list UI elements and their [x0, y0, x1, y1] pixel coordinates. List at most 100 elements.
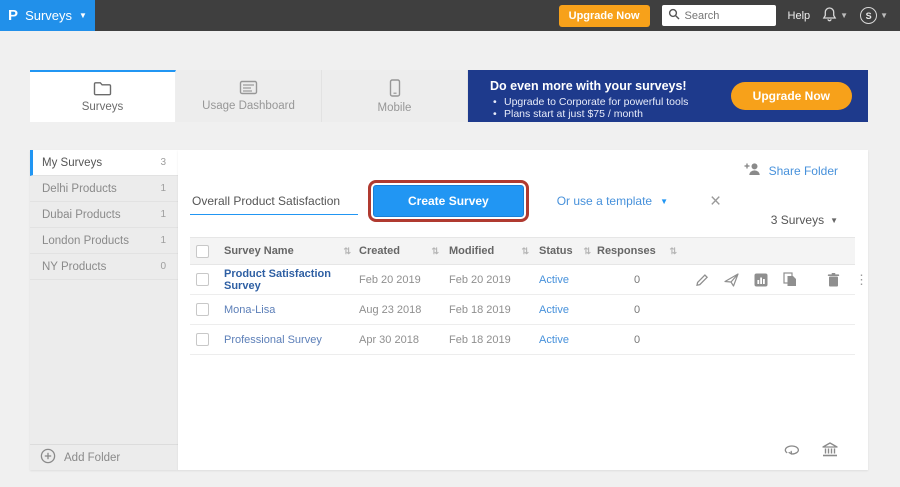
tab-usage-dashboard[interactable]: Usage Dashboard — [176, 70, 322, 122]
person-plus-icon — [744, 162, 761, 179]
surveys-table: Survey Name ⇅ Created ⇅ Modified ⇅ Statu… — [190, 237, 855, 355]
select-all-checkbox[interactable] — [196, 245, 209, 258]
share-folder-button[interactable]: Share Folder — [744, 162, 838, 179]
create-survey-button[interactable]: Create Survey — [373, 185, 524, 217]
sort-icon[interactable]: ⇅ — [669, 246, 677, 257]
created-cell: Apr 30 2018 — [359, 334, 419, 346]
folder-label: My Surveys — [42, 157, 102, 169]
search-input[interactable] — [685, 10, 765, 22]
folder-count: 1 — [160, 209, 166, 220]
folders-sidebar: My Surveys 3 Delhi Products 1 Dubai Prod… — [30, 150, 178, 470]
surveys-panel: Share Folder Create Survey Or use a temp… — [178, 150, 868, 470]
table-row: Mona-Lisa Aug 23 2018 Feb 18 2019 Active… — [190, 295, 855, 325]
tab-label: Mobile — [378, 102, 412, 114]
row-checkbox[interactable] — [196, 303, 209, 316]
promo-title: Do even more with your surveys! — [490, 79, 687, 93]
modified-cell: Feb 20 2019 — [449, 274, 511, 286]
top-navigation-bar: P Surveys ▼ Upgrade Now Help ▼ S ▼ — [0, 0, 900, 31]
add-folder-button[interactable]: Add Folder — [30, 444, 178, 470]
table-header-row: Survey Name ⇅ Created ⇅ Modified ⇅ Statu… — [190, 237, 855, 265]
modified-cell: Feb 18 2019 — [449, 334, 511, 346]
created-cell: Aug 23 2018 — [359, 304, 421, 316]
survey-name-link[interactable]: Professional Survey — [224, 334, 322, 346]
folder-label: Delhi Products — [42, 183, 117, 195]
account-menu[interactable]: S ▼ — [860, 7, 888, 24]
sidebar-item-ny-products[interactable]: NY Products 0 — [30, 254, 178, 280]
chevron-down-icon: ▼ — [840, 11, 848, 20]
app-logo: P — [8, 8, 18, 23]
upgrade-now-button[interactable]: Upgrade Now — [559, 5, 650, 27]
promo-upgrade-button[interactable]: Upgrade Now — [731, 82, 852, 110]
sort-icon[interactable]: ⇅ — [583, 246, 591, 257]
brand-surveys-menu[interactable]: P Surveys ▼ — [0, 0, 95, 31]
table-row: Product Satisfaction Survey Feb 20 2019 … — [190, 265, 855, 295]
folder-label: NY Products — [42, 261, 106, 273]
sort-icon[interactable]: ⇅ — [521, 246, 529, 257]
search-box[interactable] — [662, 5, 776, 26]
tab-surveys[interactable]: Surveys — [30, 70, 176, 122]
folder-count: 1 — [160, 235, 166, 246]
status-link[interactable]: Active — [539, 274, 569, 286]
chevron-down-icon: ▼ — [880, 11, 888, 20]
promo-bullet: Upgrade to Corporate for powerful tools — [504, 96, 688, 108]
report-chart-icon[interactable] — [754, 273, 768, 287]
sidebar-item-dubai-products[interactable]: Dubai Products 1 — [30, 202, 178, 228]
surveys-count-label: 3 Surveys — [771, 213, 824, 227]
folder-label: London Products — [42, 235, 129, 247]
survey-name-link[interactable]: Product Satisfaction Survey — [224, 268, 351, 292]
template-link-label: Or use a template — [557, 194, 652, 208]
mobile-icon — [389, 79, 401, 97]
column-header-modified: Modified — [449, 245, 494, 257]
chevron-down-icon: ▼ — [660, 197, 668, 206]
dashboard-icon — [239, 80, 258, 95]
annotation-highlight: Create Survey — [368, 180, 529, 222]
survey-name-link[interactable]: Mona-Lisa — [224, 304, 275, 316]
archive-bank-icon[interactable] — [822, 442, 838, 457]
chevron-down-icon: ▼ — [830, 216, 838, 225]
promo-bullet: Plans start at just $75 / month — [504, 108, 688, 120]
sort-icon[interactable]: ⇅ — [431, 246, 439, 257]
survey-title-input[interactable] — [190, 188, 358, 215]
status-link[interactable]: Active — [539, 334, 569, 346]
sidebar-item-london-products[interactable]: London Products 1 — [30, 228, 178, 254]
column-header-responses: Responses — [597, 245, 656, 257]
tab-mobile[interactable]: Mobile — [322, 70, 468, 122]
chevron-down-icon: ▼ — [79, 11, 87, 20]
surveys-count-dropdown[interactable]: 3 Surveys ▼ — [771, 213, 838, 227]
column-header-created: Created — [359, 245, 400, 257]
notifications-button[interactable]: ▼ — [822, 6, 848, 25]
sort-icon[interactable]: ⇅ — [343, 246, 351, 257]
created-cell: Feb 20 2019 — [359, 274, 421, 286]
row-checkbox[interactable] — [196, 333, 209, 346]
add-folder-label: Add Folder — [64, 452, 120, 464]
folder-count: 0 — [160, 261, 166, 272]
upgrade-promo-banner: Do even more with your surveys! Upgrade … — [468, 70, 868, 122]
responses-cell: 0 — [597, 304, 677, 316]
copy-icon[interactable] — [783, 272, 797, 287]
sidebar-item-delhi-products[interactable]: Delhi Products 1 — [30, 176, 178, 202]
table-row: Professional Survey Apr 30 2018 Feb 18 2… — [190, 325, 855, 355]
folder-icon — [93, 81, 112, 96]
column-header-status: Status — [539, 245, 573, 257]
sidebar-item-my-surveys[interactable]: My Surveys 3 — [30, 150, 178, 176]
status-link[interactable]: Active — [539, 304, 569, 316]
folder-count: 1 — [160, 183, 166, 194]
plus-circle-icon — [40, 448, 56, 467]
tab-label: Usage Dashboard — [202, 100, 295, 112]
column-header-survey-name: Survey Name — [224, 245, 294, 257]
tab-label: Surveys — [82, 101, 124, 113]
folder-label: Dubai Products — [42, 209, 121, 221]
send-plane-icon[interactable] — [724, 273, 739, 287]
restore-loop-icon[interactable] — [783, 443, 800, 456]
responses-cell: 0 — [597, 274, 677, 286]
delete-trash-icon[interactable] — [827, 273, 840, 287]
use-template-dropdown[interactable]: Or use a template ▼ — [557, 194, 668, 208]
more-vertical-icon[interactable]: ⋮ — [855, 272, 869, 288]
edit-pencil-icon[interactable] — [695, 273, 709, 287]
avatar: S — [860, 7, 877, 24]
share-folder-label: Share Folder — [769, 164, 838, 178]
row-checkbox[interactable] — [196, 273, 209, 286]
help-link[interactable]: Help — [788, 10, 811, 22]
close-icon[interactable]: × — [710, 192, 721, 211]
search-icon — [668, 8, 680, 23]
